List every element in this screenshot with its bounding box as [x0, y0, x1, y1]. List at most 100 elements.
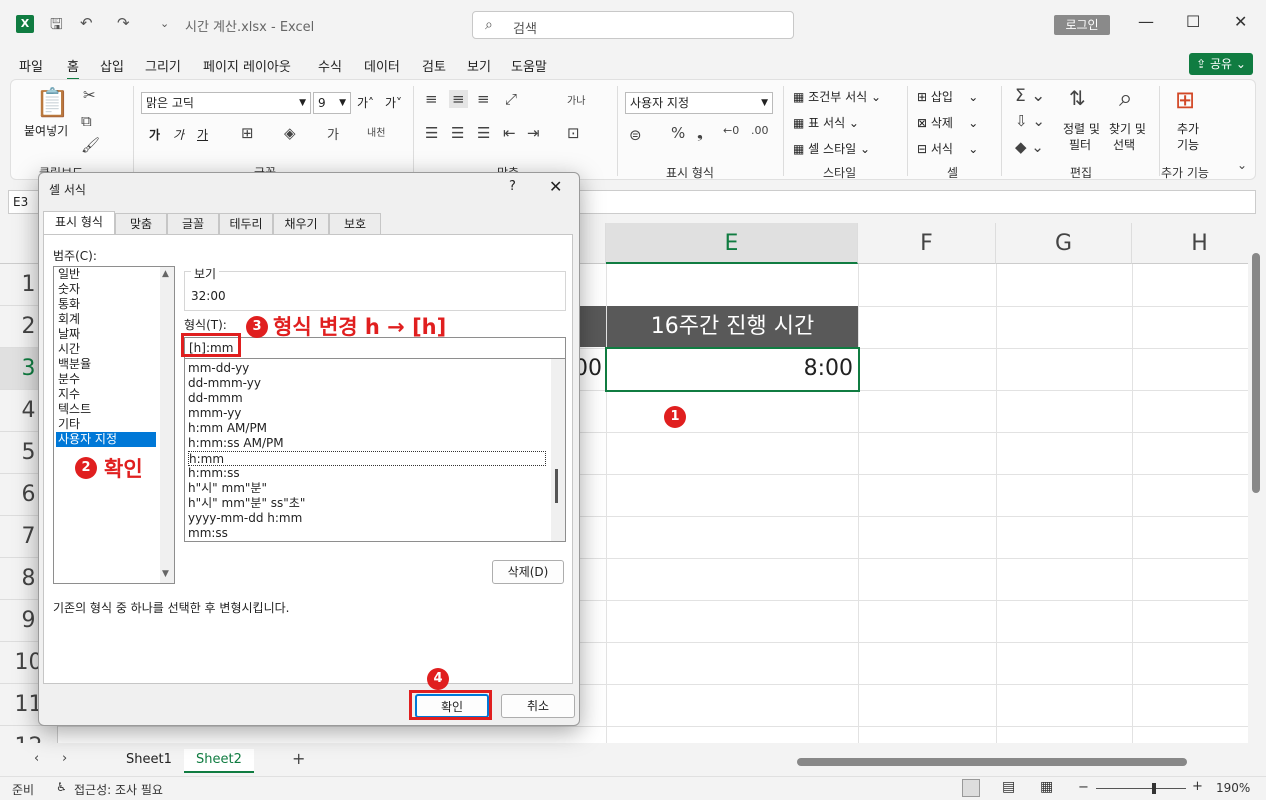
format-item[interactable]: h"시" mm"분" ss"초"	[188, 496, 546, 511]
zoom-out-icon[interactable]: −	[1078, 780, 1089, 795]
format-item[interactable]: mm:ss	[188, 526, 546, 541]
category-item[interactable]: 지수	[56, 387, 156, 402]
tab-alignment[interactable]: 맞춤	[115, 213, 167, 235]
comma-icon[interactable]: ❟	[697, 124, 703, 142]
formula-input[interactable]	[560, 190, 1256, 214]
tab-help[interactable]: 도움말	[511, 56, 547, 75]
percent-icon[interactable]: %	[671, 124, 685, 142]
align-center-icon[interactable]: ☰	[451, 124, 464, 142]
category-item[interactable]: 시간	[56, 342, 156, 357]
redo-icon[interactable]: ↷	[117, 14, 130, 32]
format-item-focused[interactable]: h:mm	[188, 451, 546, 466]
format-list-scroll-thumb[interactable]	[555, 469, 558, 503]
decrease-indent-icon[interactable]: ⇤	[503, 124, 516, 142]
autosum-icon[interactable]: Σ ⌄	[1015, 86, 1045, 106]
tab-number[interactable]: 표시 형식	[43, 211, 115, 235]
align-top-icon[interactable]: ≡	[425, 90, 438, 108]
collapse-ribbon-icon[interactable]: ⌄	[1237, 158, 1247, 172]
align-left-icon[interactable]: ☰	[425, 124, 438, 142]
column-header-f[interactable]: F	[858, 223, 996, 264]
align-bottom-icon[interactable]: ≡	[477, 90, 490, 108]
increase-indent-icon[interactable]: ⇥	[527, 124, 540, 142]
find-select-label[interactable]: 찾기 및	[1109, 120, 1146, 137]
format-item[interactable]: h"시" mm"분"	[188, 481, 546, 496]
maximize-icon[interactable]: ☐	[1186, 12, 1200, 31]
tab-view[interactable]: 보기	[467, 56, 491, 75]
cell-styles-button[interactable]: ▦ 셀 스타일 ⌄	[793, 140, 870, 157]
decrease-decimal-icon[interactable]: .00	[751, 124, 769, 137]
format-item[interactable]: dd-mmm-yy	[188, 376, 546, 391]
tab-border[interactable]: 테두리	[219, 213, 273, 235]
orientation-icon[interactable]: ⤢	[505, 90, 517, 108]
format-item[interactable]: dd-mmm	[188, 391, 546, 406]
add-sheet-button[interactable]: +	[292, 749, 305, 768]
format-list-scrollbar[interactable]	[551, 359, 565, 541]
wrap-text-icon[interactable]: 가나	[567, 92, 585, 107]
tab-page-layout[interactable]: 페이지 레이아웃	[203, 56, 291, 75]
tab-data[interactable]: 데이터	[364, 56, 400, 75]
tab-review[interactable]: 검토	[422, 56, 446, 75]
copy-icon[interactable]: ⧉	[81, 112, 92, 130]
format-painter-icon[interactable]: 🖌	[81, 136, 100, 154]
format-item[interactable]: h:mm:ss AM/PM	[188, 436, 546, 451]
tab-formulas[interactable]: 수식	[318, 56, 342, 75]
find-select-label-2[interactable]: 선택	[1113, 136, 1135, 153]
tab-protection[interactable]: 보호	[329, 213, 381, 235]
format-item[interactable]: h:mm AM/PM	[188, 421, 546, 436]
page-layout-view-icon[interactable]: ▤	[1002, 779, 1015, 795]
minimize-icon[interactable]: —	[1138, 12, 1154, 31]
tab-draw[interactable]: 그리기	[145, 56, 181, 75]
vertical-scrollbar-thumb[interactable]	[1252, 253, 1260, 493]
normal-view-icon[interactable]	[962, 779, 980, 797]
category-item[interactable]: 회계	[56, 312, 156, 327]
close-icon[interactable]: ✕	[549, 177, 562, 196]
zoom-slider[interactable]	[1096, 788, 1186, 789]
merge-center-icon[interactable]: ⊡	[567, 124, 580, 142]
category-item[interactable]: 날짜	[56, 327, 156, 342]
category-scrollbar[interactable]: ▲ ▼	[160, 267, 174, 583]
sort-filter-label[interactable]: 정렬 및	[1063, 120, 1100, 137]
paste-button-label[interactable]: 붙여넣기	[24, 122, 68, 139]
tab-fill[interactable]: 채우기	[273, 213, 329, 235]
border-icon[interactable]: ⊞	[241, 124, 254, 142]
category-list[interactable]: 일반 숫자 통화 회계 날짜 시간 백분율 분수 지수 텍스트 기타 사용자 지…	[53, 266, 175, 584]
format-item[interactable]: mm-dd-yy	[188, 361, 546, 376]
find-select-icon[interactable]: ⌕	[1119, 84, 1132, 112]
tab-font[interactable]: 글꼴	[167, 213, 219, 235]
bold-button[interactable]: 가	[149, 126, 160, 143]
category-item[interactable]: 일반	[56, 267, 156, 282]
format-list[interactable]: mm-dd-yy dd-mmm-yy dd-mmm mmm-yy h:mm AM…	[184, 358, 566, 542]
accounting-format-icon[interactable]: ⊜	[629, 126, 642, 144]
category-item[interactable]: 텍스트	[56, 402, 156, 417]
clear-icon[interactable]: ◆ ⌄	[1015, 138, 1044, 156]
tab-file[interactable]: 파일	[19, 56, 43, 75]
cut-icon[interactable]: ✂	[83, 86, 96, 104]
column-header-g[interactable]: G	[996, 223, 1132, 264]
column-header-h[interactable]: H	[1132, 223, 1248, 264]
number-format-select[interactable]: 사용자 지정 ▼	[625, 92, 773, 114]
page-break-view-icon[interactable]: ▦	[1040, 779, 1053, 795]
zoom-in-icon[interactable]: +	[1192, 779, 1203, 794]
align-middle-icon[interactable]: ≡	[449, 90, 468, 108]
addins-icon[interactable]: ⊞	[1175, 86, 1195, 114]
format-item[interactable]: yyyy-mm-dd h:mm	[188, 511, 546, 526]
help-icon[interactable]: ?	[509, 179, 516, 194]
sort-filter-icon[interactable]: ⇅	[1069, 86, 1086, 110]
accessibility-status[interactable]: 접근성: 조사 필요	[74, 781, 163, 798]
login-button[interactable]: 로그인	[1054, 15, 1110, 35]
header-cell-e2[interactable]: 16주간 진행 시간	[607, 306, 858, 347]
shrink-font-icon[interactable]: 가˅	[385, 94, 402, 111]
sort-filter-label-2[interactable]: 필터	[1069, 136, 1091, 153]
addins-label[interactable]: 추가	[1177, 120, 1199, 137]
align-right-icon[interactable]: ☰	[477, 124, 490, 142]
scroll-down-icon[interactable]: ▼	[162, 569, 169, 579]
fill-icon[interactable]: ⇩ ⌄	[1015, 112, 1045, 130]
save-icon[interactable]: 🖫	[50, 14, 63, 39]
category-item-selected[interactable]: 사용자 지정	[56, 432, 156, 447]
grow-font-icon[interactable]: 가˄	[357, 94, 374, 111]
close-window-icon[interactable]: ✕	[1234, 12, 1247, 31]
paste-icon[interactable]: 📋	[35, 86, 70, 119]
row-header[interactable]: 12	[0, 726, 58, 743]
zoom-level[interactable]: 190%	[1216, 781, 1250, 795]
delete-cells-button[interactable]: ⊠ 삭제 ⌄	[917, 114, 978, 131]
